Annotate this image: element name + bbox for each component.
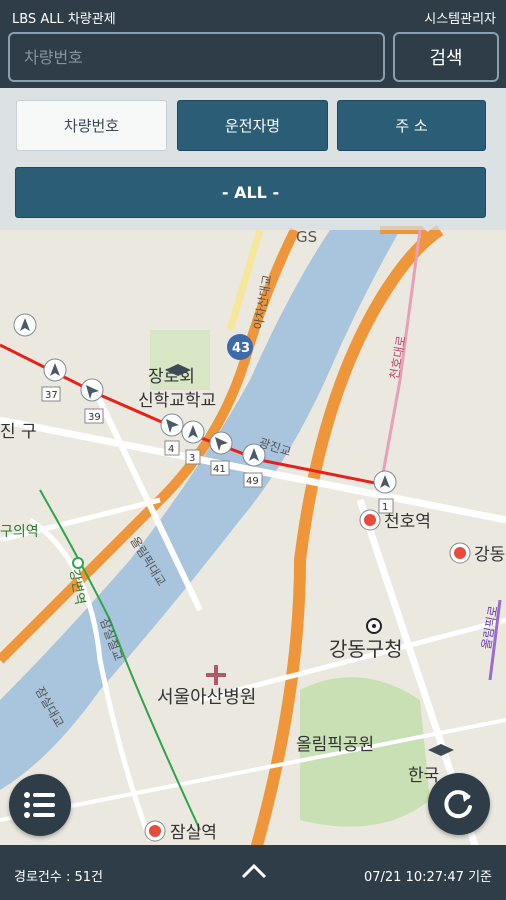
user-label[interactable]: 시스템관리자	[424, 8, 496, 27]
station-dot	[149, 825, 161, 837]
route-marker-label: 37	[45, 390, 58, 401]
route-marker-label: 49	[246, 476, 259, 487]
list-icon	[24, 792, 55, 818]
map-label-olympic-park: 올림픽공원	[296, 735, 374, 755]
refresh-icon	[444, 790, 472, 819]
expand-button[interactable]	[240, 862, 268, 884]
tab-vehicle-number[interactable]: 차량번호	[16, 100, 167, 151]
map-label-gangdong-office: 강동구청	[329, 637, 403, 661]
gov-office-dot	[372, 624, 376, 628]
station-dot	[454, 547, 466, 559]
refresh-button[interactable]	[428, 773, 490, 835]
all-filter-button[interactable]: - ALL -	[15, 167, 486, 218]
route-marker-label: 41	[213, 464, 226, 475]
map-label-gueui-station: 구의역	[0, 524, 39, 540]
map-label-district: 진 구	[0, 422, 37, 442]
map-label-asan: 서울아산병원	[157, 687, 256, 708]
route-marker-label: 4	[168, 444, 174, 455]
subway-node-icon	[72, 557, 84, 569]
timestamp: 07/21 10:27:47 기준	[363, 870, 492, 885]
map-label-school-2: 신학교학교	[138, 391, 216, 411]
route-marker-label: 39	[88, 412, 101, 423]
tab-driver-name[interactable]: 운전자명	[177, 100, 328, 151]
station-dot	[364, 514, 376, 526]
map-label-gs: GS	[296, 228, 317, 246]
route-count: 경로건수 : 51건	[14, 870, 103, 885]
map-label-gangdong: 강동	[474, 545, 505, 565]
app-title: LBS ALL 차량관제	[12, 12, 116, 27]
chevron-up-icon	[241, 863, 267, 879]
top-bar: LBS ALL 차량관제 시스템관리자 검색	[0, 0, 506, 88]
menu-button[interactable]	[9, 774, 71, 836]
map-label-jamsil-station: 잠실역	[170, 823, 217, 843]
route-marker-label: 3	[189, 453, 195, 464]
route-marker-label: 1	[382, 502, 388, 513]
search-button[interactable]: 검색	[393, 32, 499, 82]
map-label-road-43: 43	[232, 341, 250, 356]
tab-address[interactable]: 주 소	[337, 100, 486, 151]
map-label-cheonho-station: 천호역	[384, 512, 431, 532]
filter-panel: 차량번호 운전자명 주 소 - ALL -	[0, 88, 506, 230]
status-bar: 경로건수 : 51건 07/21 10:27:47 기준	[0, 845, 506, 900]
vehicle-search-input[interactable]	[8, 32, 385, 82]
